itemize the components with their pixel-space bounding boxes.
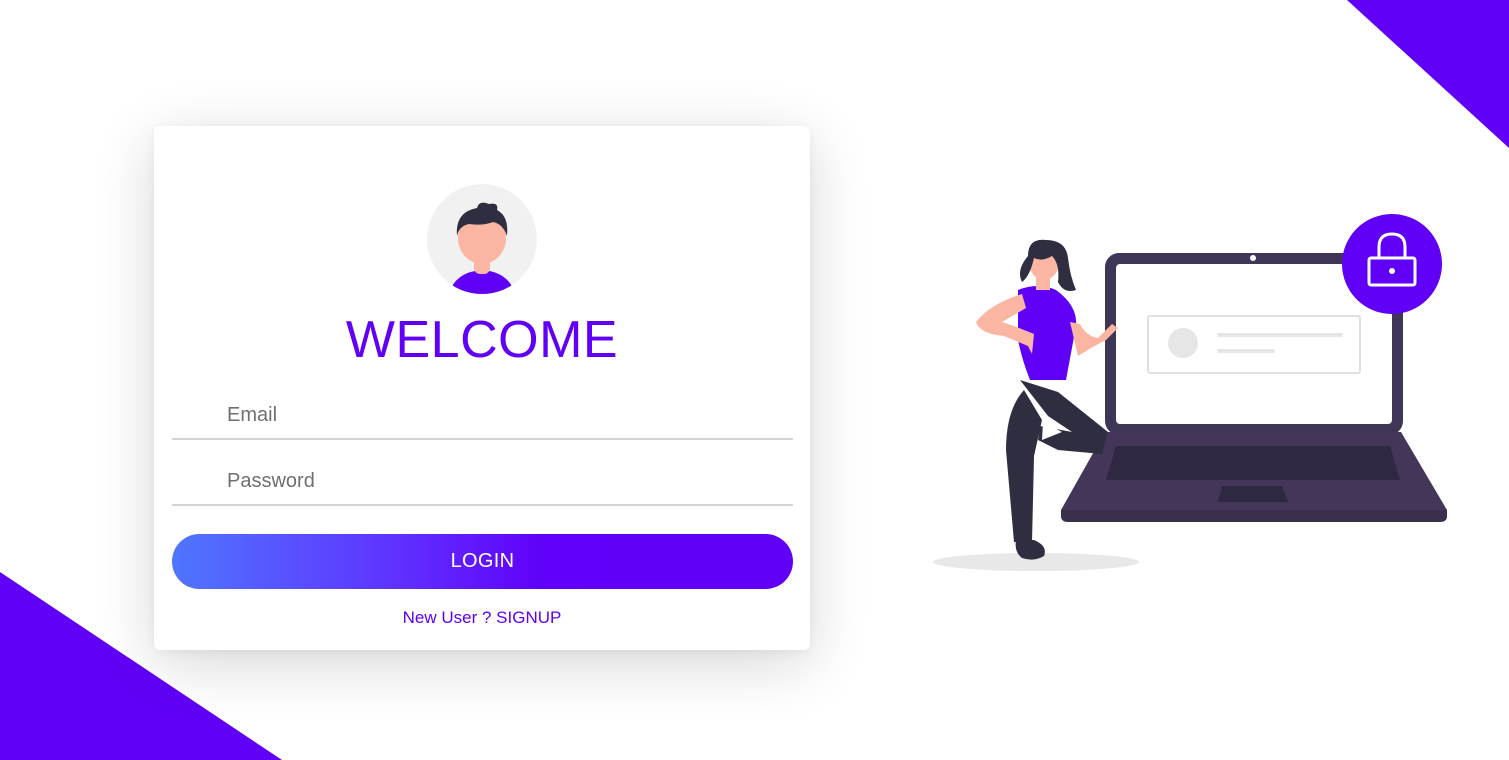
login-card: WELCOME LOGIN New User ? SIGNUP	[154, 126, 810, 650]
user-avatar-icon	[427, 184, 537, 294]
woman-with-laptop-illustration	[933, 214, 1447, 571]
login-page: WELCOME LOGIN New User ? SIGNUP	[0, 0, 1509, 760]
padlock-icon	[1342, 214, 1442, 314]
welcome-title: WELCOME	[345, 311, 619, 369]
signup-link[interactable]: New User ? SIGNUP	[403, 608, 562, 627]
login-button[interactable]: LOGIN	[172, 534, 793, 589]
signup-link-container: New User ? SIGNUP	[154, 608, 810, 628]
email-input[interactable]	[172, 392, 793, 440]
corner-decoration-top-right	[1347, 0, 1509, 148]
password-input[interactable]	[172, 458, 793, 506]
